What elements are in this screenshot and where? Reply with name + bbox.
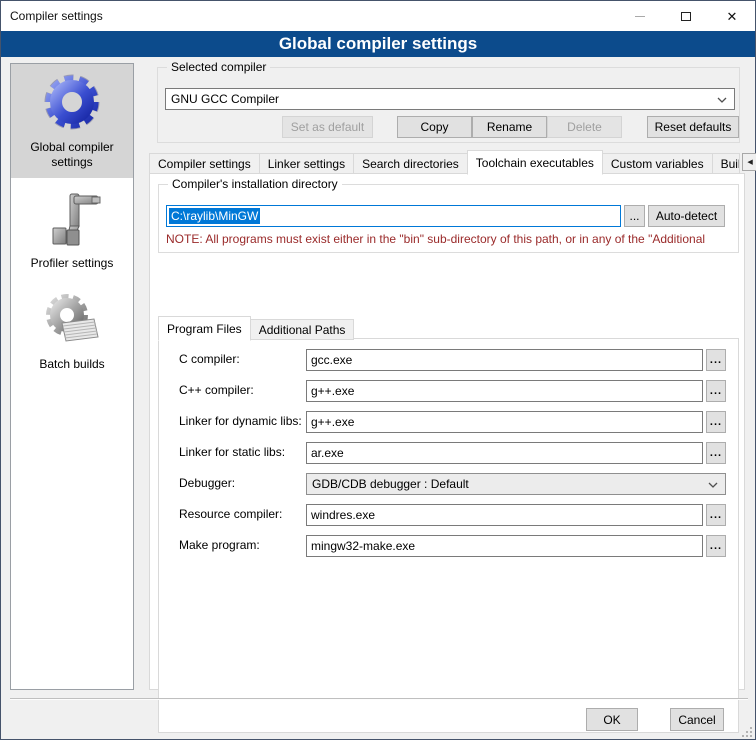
footer-separator xyxy=(10,698,748,700)
compiler-actions: Set as default Copy Rename Delete Reset … xyxy=(158,116,741,138)
sidebar-item-label: Profiler settings xyxy=(13,256,131,271)
tab-scroll-left-button[interactable]: ◀ xyxy=(742,153,756,171)
settings-category-list: Global compiler settings Profiler settin… xyxy=(10,63,134,690)
browse-cpp-compiler-button[interactable]: ... xyxy=(706,380,726,402)
static-linker-input[interactable] xyxy=(306,442,703,464)
browse-static-linker-button[interactable]: ... xyxy=(706,442,726,464)
debugger-select-value: GDB/CDB debugger : Default xyxy=(312,477,469,491)
tab-program-files[interactable]: Program Files xyxy=(158,316,251,341)
compiler-select-value: GNU GCC Compiler xyxy=(171,92,279,106)
bin-subdirectory-note: NOTE: All programs must exist either in … xyxy=(166,232,738,246)
browse-c-compiler-button[interactable]: ... xyxy=(706,349,726,371)
tab-custom-variables[interactable]: Custom variables xyxy=(602,153,713,174)
selected-compiler-group: Selected compiler GNU GCC Compiler Set a… xyxy=(157,67,740,143)
field-label: C++ compiler: xyxy=(179,383,254,397)
tab-toolchain-executables[interactable]: Toolchain executables xyxy=(467,150,603,175)
close-icon: ✕ xyxy=(727,10,738,23)
minimize-icon xyxy=(635,16,645,17)
auto-detect-button[interactable]: Auto-detect xyxy=(648,205,725,227)
sidebar-item-batch-builds[interactable]: Batch builds xyxy=(11,281,133,380)
group-label: Selected compiler xyxy=(167,60,270,74)
window-title: Compiler settings xyxy=(10,9,103,23)
form-row-make-program: Make program: ... xyxy=(159,535,740,557)
resource-compiler-input[interactable] xyxy=(306,504,703,526)
title-bar[interactable]: Compiler settings ✕ xyxy=(1,1,755,31)
form-row-cpp-compiler: C++ compiler: ... xyxy=(159,380,740,402)
selected-text: C:\raylib\MinGW xyxy=(169,208,260,224)
tab-additional-paths[interactable]: Additional Paths xyxy=(250,319,355,340)
ok-button[interactable]: OK xyxy=(586,708,638,731)
rename-button[interactable]: Rename xyxy=(472,116,547,138)
debugger-select[interactable]: GDB/CDB debugger : Default xyxy=(306,473,726,495)
installation-directory-input[interactable]: C:\raylib\MinGW xyxy=(166,205,621,227)
browse-directory-button[interactable]: ... xyxy=(624,205,645,227)
toolchain-executables-page: Compiler's installation directory C:\ray… xyxy=(149,173,745,690)
chevron-down-icon xyxy=(708,482,718,488)
titlebar-controls: ✕ xyxy=(617,1,755,31)
tab-compiler-settings[interactable]: Compiler settings xyxy=(149,153,260,174)
sidebar-item-global-compiler-settings[interactable]: Global compiler settings xyxy=(11,64,133,178)
cpp-compiler-input[interactable] xyxy=(306,380,703,402)
program-files-page: C compiler: ... C++ compiler: ... Linker… xyxy=(158,338,739,733)
form-row-dynamic-linker: Linker for dynamic libs: ... xyxy=(159,411,740,433)
arrow-left-icon: ◀ xyxy=(747,158,752,166)
compiler-settings-window: Compiler settings ✕ Global compiler sett… xyxy=(0,0,756,740)
installation-directory-group: Compiler's installation directory C:\ray… xyxy=(158,184,739,253)
maximize-button[interactable] xyxy=(663,1,709,31)
tab-linker-settings[interactable]: Linker settings xyxy=(259,153,354,174)
dialog-client-area: Global compiler settings Profiler settin… xyxy=(1,57,755,739)
field-label: Linker for dynamic libs: xyxy=(179,414,302,428)
gear-stack-icon xyxy=(40,289,104,353)
field-label: Debugger: xyxy=(179,476,235,490)
form-row-c-compiler: C compiler: ... xyxy=(159,349,740,371)
program-files-tab-bar: Program Files Additional Paths xyxy=(158,315,353,340)
tab-build-options-clipped[interactable]: Build xyxy=(712,153,740,174)
field-label: Make program: xyxy=(179,538,260,552)
delete-button[interactable]: Delete xyxy=(547,116,622,138)
compiler-select[interactable]: GNU GCC Compiler xyxy=(165,88,735,110)
field-label: Linker for static libs: xyxy=(179,445,285,459)
form-row-static-linker: Linker for static libs: ... xyxy=(159,442,740,464)
c-compiler-input[interactable] xyxy=(306,349,703,371)
reset-defaults-button[interactable]: Reset defaults xyxy=(647,116,739,138)
sidebar-item-label: Global compiler settings xyxy=(13,140,131,170)
field-label: C compiler: xyxy=(179,352,240,366)
copy-button[interactable]: Copy xyxy=(397,116,472,138)
maximize-icon xyxy=(681,12,691,21)
close-button[interactable]: ✕ xyxy=(709,1,755,31)
caliper-icon xyxy=(40,188,104,252)
form-row-resource-compiler: Resource compiler: ... xyxy=(159,504,740,526)
browse-dynamic-linker-button[interactable]: ... xyxy=(706,411,726,433)
tab-search-directories[interactable]: Search directories xyxy=(353,153,468,174)
sidebar-item-profiler-settings[interactable]: Profiler settings xyxy=(11,180,133,279)
make-program-input[interactable] xyxy=(306,535,703,557)
minimize-button[interactable] xyxy=(617,1,663,31)
tab-scroll-arrows: ◀ ▶ xyxy=(742,153,756,171)
sidebar-item-label: Batch builds xyxy=(13,357,131,372)
resize-grip[interactable] xyxy=(742,727,752,737)
group-label: Compiler's installation directory xyxy=(168,177,342,191)
chevron-down-icon xyxy=(717,97,727,103)
dialog-header: Global compiler settings xyxy=(1,31,755,57)
set-as-default-button[interactable]: Set as default xyxy=(282,116,373,138)
browse-resource-compiler-button[interactable]: ... xyxy=(706,504,726,526)
form-row-debugger: Debugger: GDB/CDB debugger : Default xyxy=(159,473,740,495)
settings-tab-bar: Compiler settings Linker settings Search… xyxy=(149,149,756,174)
cancel-button[interactable]: Cancel xyxy=(670,708,724,731)
browse-make-program-button[interactable]: ... xyxy=(706,535,726,557)
blue-gear-icon xyxy=(40,72,104,136)
dynamic-linker-input[interactable] xyxy=(306,411,703,433)
field-label: Resource compiler: xyxy=(179,507,282,521)
